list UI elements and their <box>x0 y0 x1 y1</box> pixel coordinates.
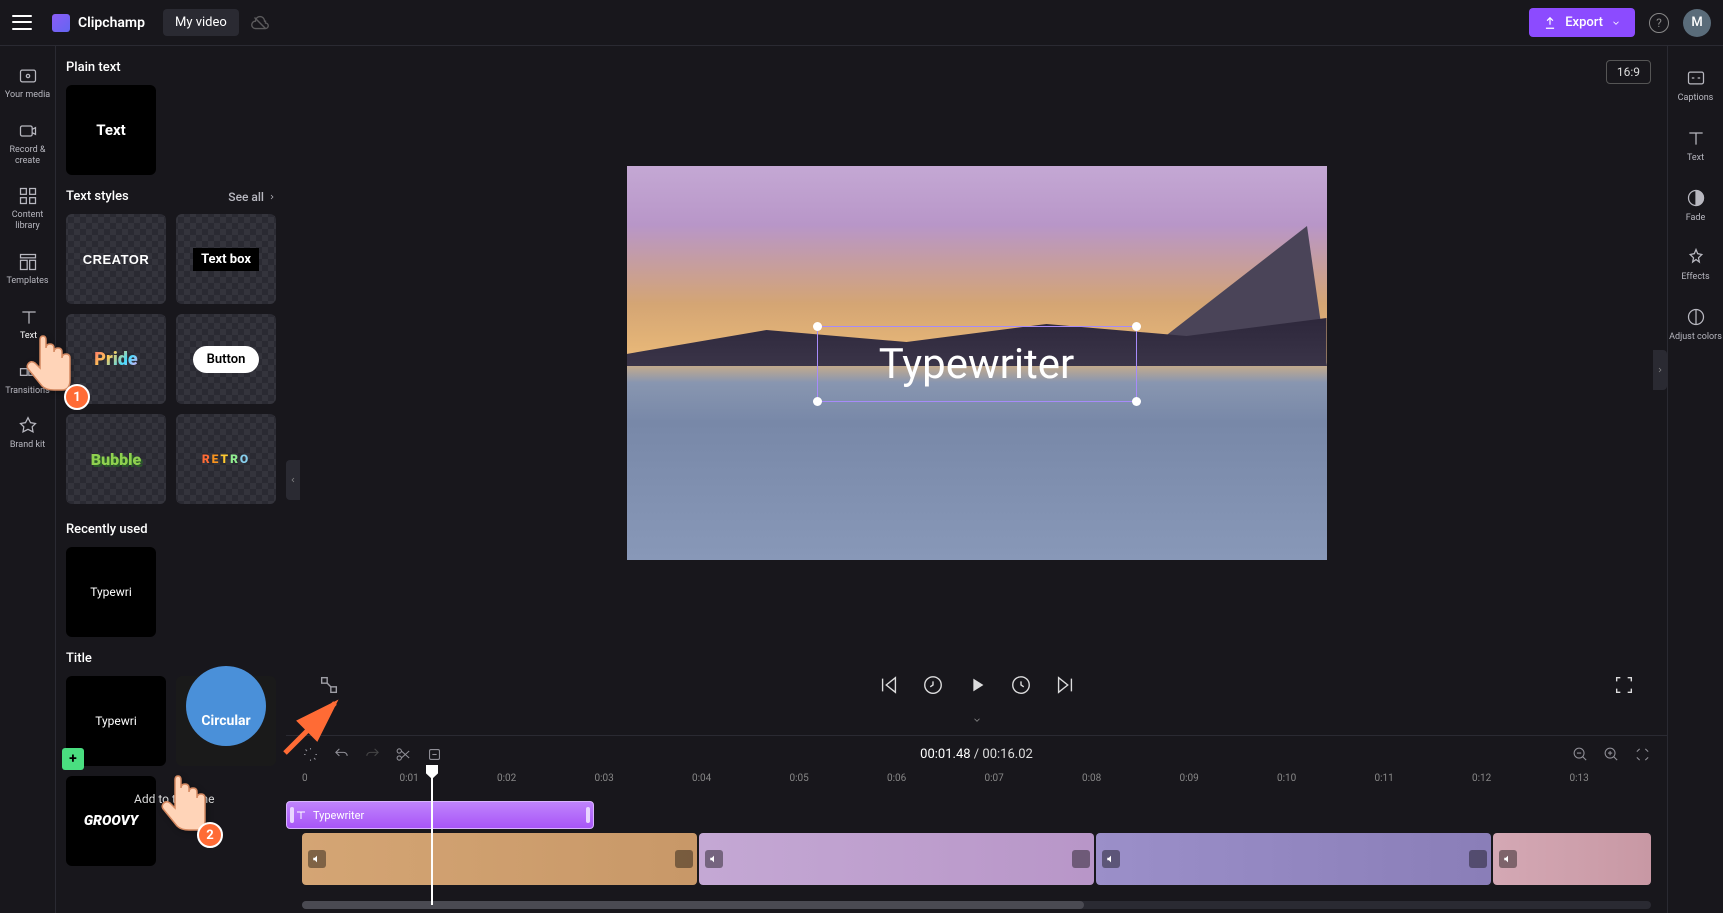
right-navigation: Captions Text Fade Effects Adjust colors <box>1667 46 1723 913</box>
text-clip-icon <box>295 809 307 821</box>
see-all-link[interactable]: See all <box>228 190 276 204</box>
title-circular[interactable]: Circular <box>176 676 276 766</box>
captions-icon <box>1686 68 1706 88</box>
step-back-button[interactable] <box>922 674 944 696</box>
annotation-arrow <box>280 688 350 758</box>
clip-transition-icon[interactable] <box>675 850 693 868</box>
playhead[interactable] <box>431 765 433 905</box>
timeline-scrollbar[interactable] <box>302 901 1651 909</box>
media-icon <box>18 66 38 86</box>
video-clip[interactable] <box>699 833 1094 885</box>
title-section-heading: Title <box>66 651 276 666</box>
collapse-left-panel[interactable] <box>286 460 300 500</box>
fade-icon <box>1686 188 1706 208</box>
play-button[interactable] <box>966 674 988 696</box>
video-clip[interactable] <box>1096 833 1491 885</box>
nav-your-media[interactable]: Your media <box>0 56 55 111</box>
export-button[interactable]: Export <box>1529 8 1635 37</box>
style-bubble[interactable]: Bubble <box>66 414 166 504</box>
plain-text-thumbnail[interactable]: Text <box>66 85 156 175</box>
templates-icon <box>18 252 38 272</box>
resize-handle[interactable] <box>813 322 822 331</box>
effects-icon <box>1686 247 1706 267</box>
brand-icon <box>18 416 38 436</box>
nav-adjust-colors[interactable]: Adjust colors <box>1668 295 1723 355</box>
help-button[interactable]: ? <box>1649 13 1669 33</box>
clip-volume-icon[interactable] <box>1102 850 1120 868</box>
fullscreen-button[interactable] <box>1613 674 1635 696</box>
resize-handle[interactable] <box>813 397 822 406</box>
nav-record-create[interactable]: Record & create <box>0 111 55 177</box>
scrollbar-thumb[interactable] <box>302 901 1084 909</box>
annotation-cursor-2: 2 <box>155 770 215 840</box>
text-clip-typewriter[interactable]: Typewriter <box>286 801 594 829</box>
skip-prev-button[interactable] <box>878 674 900 696</box>
style-textbox[interactable]: Text box <box>176 214 276 304</box>
sync-status-icon <box>249 12 271 34</box>
app-name: Clipchamp <box>78 15 145 31</box>
project-name-input[interactable]: My video <box>163 9 239 36</box>
crop-button[interactable] <box>426 746 443 763</box>
chevron-down-icon <box>1611 18 1621 28</box>
resize-handle[interactable] <box>1132 322 1141 331</box>
recent-typewriter-thumbnail[interactable]: Typewri <box>66 547 156 637</box>
video-preview-canvas[interactable]: Typewriter <box>627 166 1327 560</box>
library-icon <box>18 186 38 206</box>
user-avatar[interactable]: M <box>1683 9 1711 37</box>
upload-icon <box>1543 16 1557 30</box>
nav-effects[interactable]: Effects <box>1668 235 1723 295</box>
zoom-in-button[interactable] <box>1603 746 1620 763</box>
text-overlay-selection[interactable]: Typewriter <box>817 326 1137 402</box>
camera-icon <box>18 121 38 141</box>
video-clip[interactable] <box>1493 833 1651 885</box>
text-styles-heading: Text styles <box>66 189 129 204</box>
redo-button[interactable] <box>364 746 381 763</box>
style-creator[interactable]: CREATOR <box>66 214 166 304</box>
text-icon <box>19 307 39 327</box>
timeline-ruler[interactable]: 00:010:020:030:040:050:060:070:080:090:1… <box>302 773 1667 793</box>
clip-transition-icon[interactable] <box>1469 850 1487 868</box>
clip-volume-icon[interactable] <box>308 850 326 868</box>
colors-icon <box>1686 307 1706 327</box>
chevron-right-icon <box>268 191 276 203</box>
nav-templates[interactable]: Templates <box>0 242 55 297</box>
nav-brand-kit[interactable]: Brand kit <box>0 406 55 461</box>
nav-captions[interactable]: Captions <box>1668 56 1723 116</box>
time-display: 00:01.48 / 00:16.02 <box>920 747 1033 762</box>
left-navigation: Your media Record & create Content libra… <box>0 46 56 913</box>
clip-transition-icon[interactable] <box>1072 850 1090 868</box>
video-clip[interactable] <box>302 833 697 885</box>
split-button[interactable] <box>395 746 412 763</box>
clip-volume-icon[interactable] <box>705 850 723 868</box>
clip-volume-icon[interactable] <box>1499 850 1517 868</box>
nav-content-library[interactable]: Content library <box>0 176 55 242</box>
nav-text-props[interactable]: Text <box>1668 116 1723 176</box>
fit-timeline-button[interactable] <box>1634 746 1651 763</box>
menu-button[interactable] <box>12 13 32 33</box>
step-forward-button[interactable] <box>1010 674 1032 696</box>
style-button[interactable]: Button <box>176 314 276 404</box>
zoom-out-button[interactable] <box>1572 746 1589 763</box>
skip-next-button[interactable] <box>1054 674 1076 696</box>
video-track[interactable] <box>302 833 1651 885</box>
app-logo <box>52 14 70 32</box>
nav-fade[interactable]: Fade <box>1668 176 1723 236</box>
annotation-cursor-1: 1 <box>20 330 80 400</box>
title-typewriter[interactable]: Typewri + <box>66 676 166 766</box>
style-retro[interactable]: RETRO <box>176 414 276 504</box>
title-groovy[interactable]: GROOVY <box>66 776 156 866</box>
add-to-timeline-button[interactable]: + <box>62 748 84 770</box>
recently-used-heading: Recently used <box>66 522 276 537</box>
resize-handle[interactable] <box>1132 397 1141 406</box>
collapse-right-panel[interactable] <box>1653 350 1667 390</box>
plain-text-heading: Plain text <box>66 60 276 75</box>
text-props-icon <box>1686 128 1706 148</box>
collapse-timeline-button[interactable] <box>286 710 1667 735</box>
